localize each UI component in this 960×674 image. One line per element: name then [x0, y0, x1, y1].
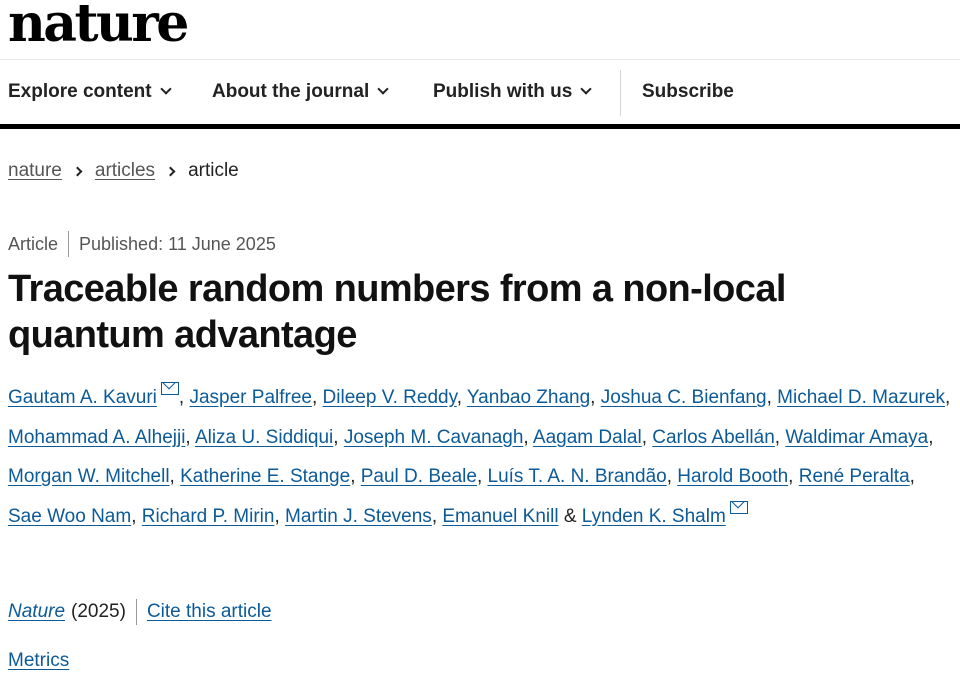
nav-subscribe[interactable]: Subscribe [642, 60, 734, 124]
author-link[interactable]: Richard P. Mirin [142, 506, 275, 527]
nav-explore-content[interactable]: Explore content [8, 60, 172, 124]
author-link[interactable]: Emanuel Knill [442, 506, 558, 527]
publication-year: (2025) [71, 601, 126, 622]
published-date: Published: 11 June 2025 [79, 233, 276, 254]
citation-divider [135, 599, 137, 625]
author-link[interactable]: Carlos Abellán [652, 427, 775, 448]
author-link[interactable]: Gautam A. Kavuri [8, 387, 157, 408]
author-link[interactable]: Mohammad A. Alhejji [8, 427, 185, 448]
mail-icon[interactable] [160, 382, 179, 395]
nav-item-label: Explore content [8, 81, 152, 102]
chevron-down-icon [580, 83, 593, 95]
main-nav: Explore content About the journal Publis… [0, 60, 960, 129]
author-link[interactable]: Yanbao Zhang [467, 387, 590, 408]
author-link[interactable]: Joseph M. Cavanagh [344, 427, 524, 448]
article-type: Article [8, 233, 59, 254]
author-link[interactable]: Aagam Dalal [533, 427, 642, 448]
author-link[interactable]: Jasper Palfree [189, 387, 312, 408]
article-title: Traceable random numbers from a non-loca… [8, 268, 786, 356]
chevron-down-icon [377, 83, 389, 95]
author-link[interactable]: Martin J. Stevens [285, 506, 432, 527]
chevron-right-icon [165, 166, 176, 176]
nav-divider [620, 70, 621, 116]
author-link[interactable]: Lynden K. Shalm [582, 506, 726, 527]
breadcrumb-current: article [188, 160, 239, 181]
author-link[interactable]: Morgan W. Mitchell [8, 466, 170, 487]
author-link[interactable]: Luís T. A. N. Brandão [488, 466, 667, 487]
author-link[interactable]: Katherine E. Stange [180, 466, 350, 487]
mail-icon[interactable] [729, 500, 748, 514]
author-link[interactable]: Joshua C. Bienfang [601, 387, 767, 408]
author-link[interactable]: Aliza U. Siddiqui [195, 427, 333, 448]
nav-about-journal[interactable]: About the journal [212, 60, 389, 124]
author-link[interactable]: Paul D. Beale [361, 466, 477, 487]
nav-publish-with-us[interactable]: Publish with us [433, 60, 593, 124]
breadcrumb-articles[interactable]: articles [95, 160, 155, 182]
nav-item-label: Subscribe [642, 81, 734, 102]
nav-item-label: Publish with us [433, 81, 573, 102]
author-link[interactable]: Dileep V. Reddy [323, 387, 457, 408]
nature-logo[interactable]: nature [8, 0, 189, 54]
chevron-right-icon [72, 166, 83, 176]
author-link[interactable]: Harold Booth [677, 466, 788, 487]
author-link[interactable]: René Peralta [799, 466, 910, 487]
journal-link[interactable]: Nature [8, 601, 65, 623]
article-meta: Article Published: 11 June 2025 [8, 231, 276, 257]
cite-this-article-link[interactable]: Cite this article [147, 601, 272, 623]
metrics-link[interactable]: Metrics [8, 650, 69, 672]
author-list: Gautam A. Kavuri, Jasper Palfree, Dileep… [8, 378, 953, 536]
breadcrumb: nature articles article [8, 160, 239, 182]
nav-item-label: About the journal [212, 81, 370, 102]
breadcrumb-nature[interactable]: nature [8, 160, 62, 182]
meta-divider [68, 231, 70, 257]
chevron-down-icon [159, 83, 172, 95]
author-link[interactable]: Sae Woo Nam [8, 506, 131, 527]
citation-row: Nature (2025) Cite this article [8, 599, 272, 625]
author-link[interactable]: Michael D. Mazurek [777, 387, 945, 408]
site-header: nature [0, 0, 960, 60]
author-link[interactable]: Waldimar Amaya [785, 427, 928, 448]
